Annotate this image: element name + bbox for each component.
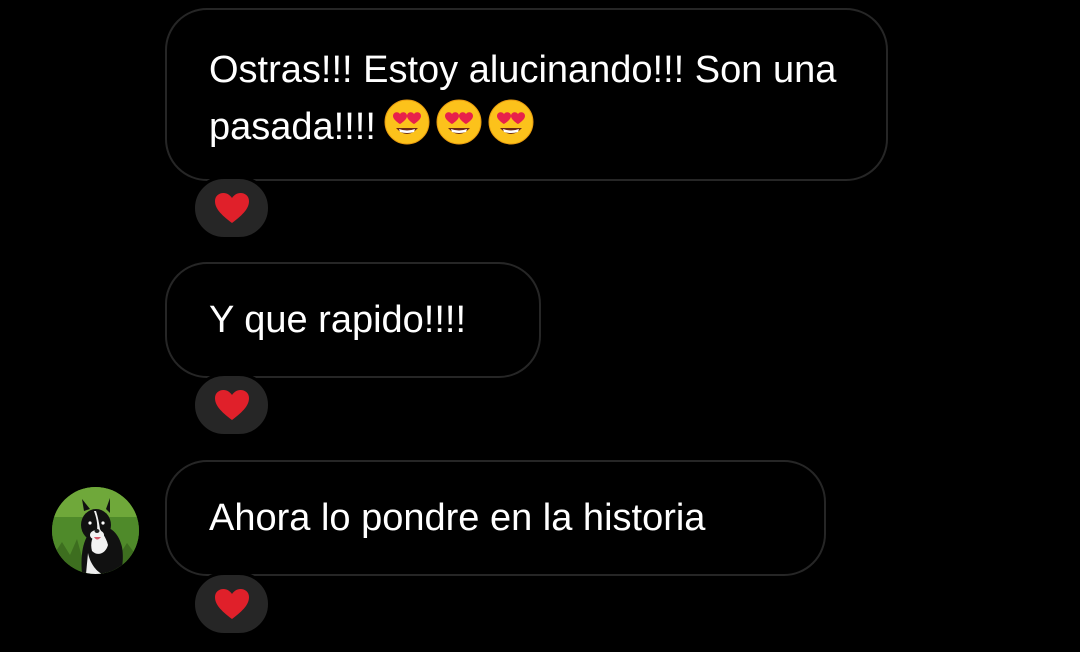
message-text: Y que rapido!!!! bbox=[209, 299, 467, 341]
message-text: Ostras!!! Estoy alucinando!!! Son una pa… bbox=[167, 10, 886, 154]
message-bubble[interactable]: Y que rapido!!!! bbox=[165, 262, 541, 378]
message-bubble[interactable]: Ahora lo pondre en la historia bbox=[165, 460, 826, 576]
emoji-group bbox=[382, 97, 536, 147]
message-text: Ahora lo pondre en la historia bbox=[209, 497, 706, 539]
chat-thread: Ostras!!! Estoy alucinando!!! Son una pa… bbox=[0, 0, 1080, 652]
heart-eyes-emoji-icon bbox=[488, 99, 534, 145]
heart-eyes-emoji-icon bbox=[384, 99, 430, 145]
heart-icon bbox=[214, 193, 249, 223]
heart-reaction[interactable] bbox=[192, 373, 271, 437]
dog-avatar-image bbox=[52, 487, 139, 574]
heart-icon bbox=[214, 589, 249, 619]
dog-avatar[interactable] bbox=[52, 487, 139, 574]
heart-icon bbox=[214, 390, 249, 420]
message-bubble[interactable]: Ostras!!! Estoy alucinando!!! Son una pa… bbox=[165, 8, 888, 181]
heart-reaction[interactable] bbox=[192, 572, 271, 636]
heart-reaction[interactable] bbox=[192, 176, 271, 240]
heart-eyes-emoji-icon bbox=[436, 99, 482, 145]
